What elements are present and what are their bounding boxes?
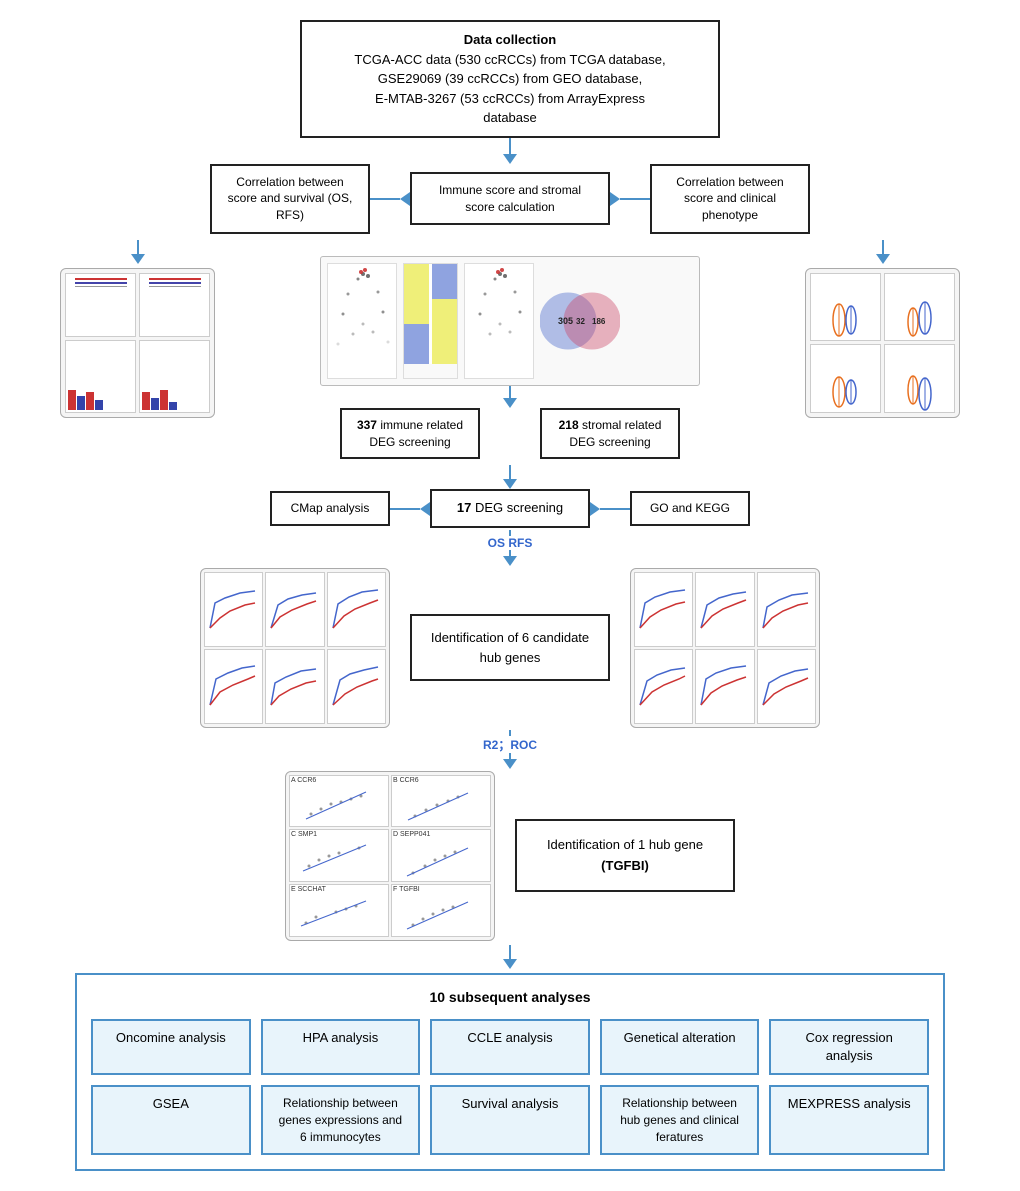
deg-immune-box: 337 immune related DEG screening	[340, 408, 480, 460]
deg-stromal-number: 218	[559, 418, 579, 432]
mini-violin-2	[905, 300, 935, 340]
subsequent-item-7: Survival analysis	[430, 1085, 590, 1155]
corr-survival-box: Correlation between score and survival (…	[210, 164, 370, 234]
corr-clinical-box: Correlation between score and clinical p…	[650, 164, 810, 234]
hub1-box: Identification of 1 hub gene (TGFBI)	[515, 819, 735, 893]
mini-heatmap-1	[404, 264, 458, 364]
subsequent-item-5: GSEA	[91, 1085, 251, 1155]
os-rfs-label: OS RFS	[488, 536, 533, 550]
subsequent-item-1: HPA analysis	[261, 1019, 421, 1075]
data-collection-box: Data collection TCGA-ACC data (530 ccRCC…	[300, 20, 720, 138]
deg-stromal-box: 218 stromal related DEG screening	[540, 408, 680, 460]
immune-score-box: Immune score and stromal score calculati…	[410, 172, 610, 226]
mini-km-r3	[758, 573, 813, 638]
thumb-scatter-plots: A CCR6 B CCR6	[285, 771, 495, 941]
mini-km-3	[328, 573, 383, 638]
subsequent-title: 10 subsequent analyses	[429, 989, 590, 1005]
mini-km-5	[266, 650, 321, 715]
subsequent-item-9: MEXPRESS analysis	[769, 1085, 929, 1155]
hub1-line1: Identification of 1 hub gene	[547, 837, 703, 852]
mini-volcano-left	[328, 264, 397, 364]
cmap-box: CMap analysis	[270, 491, 390, 526]
hub6-box: Identification of 6 candidate hub genes	[410, 614, 610, 681]
data-line2: GSE29069 (39 ccRCCs) from GEO database,	[378, 71, 642, 86]
thumb-survival-right	[630, 568, 820, 728]
go-kegg-label: GO and KEGG	[650, 501, 730, 515]
svg-text:186: 186	[592, 317, 606, 326]
go-kegg-box: GO and KEGG	[630, 491, 750, 526]
mini-km-r1	[635, 573, 690, 638]
subsequent-grid: Oncomine analysis HPA analysis CCLE anal…	[91, 1019, 929, 1156]
svg-text:32: 32	[576, 317, 585, 326]
deg-immune-number: 337	[357, 418, 377, 432]
thumb-survival-left	[200, 568, 390, 728]
mini-km-r2	[696, 573, 751, 638]
svg-text:305: 305	[558, 316, 573, 326]
mini-km-r4	[635, 650, 690, 715]
data-line4: database	[483, 110, 537, 125]
subsequent-item-4: Cox regression analysis	[769, 1019, 929, 1075]
scatter-1	[291, 784, 381, 828]
mini-km-6	[328, 650, 383, 715]
mini-km-r5	[696, 650, 751, 715]
deg17-number: 17	[457, 500, 471, 515]
venn-diagram: 305 32 186	[540, 281, 620, 361]
mini-km-1	[205, 573, 260, 638]
r2-roc-label: R2；ROC	[483, 736, 537, 753]
corr-clinical-label: Correlation between score and clinical p…	[676, 175, 783, 223]
data-line3: E-MTAB-3267 (53 ccRCCs) from ArrayExpres…	[375, 91, 645, 106]
deg17-box: 17 DEG screening	[430, 489, 590, 527]
scatter-4	[393, 838, 483, 882]
deg17-label: DEG screening	[475, 500, 563, 515]
mini-violin-3	[831, 372, 861, 412]
scatter-5	[291, 893, 381, 937]
scatter-6	[393, 893, 483, 937]
mini-violin-1	[831, 300, 861, 340]
thumb-survival-curves	[60, 268, 215, 418]
mini-km-r6	[758, 650, 813, 715]
data-line1: TCGA-ACC data (530 ccRCCs) from TCGA dat…	[354, 52, 665, 67]
corr-survival-label: Correlation between score and survival (…	[228, 175, 353, 223]
data-collection-title: Data collection	[464, 32, 556, 47]
subsequent-item-2: CCLE analysis	[430, 1019, 590, 1075]
hub6-label: Identification of 6 candidate hub genes	[431, 630, 589, 665]
mini-km-2	[266, 573, 321, 638]
subsequent-item-8: Relationship between hub genes and clini…	[600, 1085, 760, 1155]
deg-stromal-label: stromal related DEG screening	[569, 418, 661, 449]
hub1-line2: (TGFBI)	[601, 858, 649, 873]
mini-violin-4	[905, 372, 935, 412]
subsequent-item-0: Oncomine analysis	[91, 1019, 251, 1075]
subsequent-item-3: Genetical alteration	[600, 1019, 760, 1075]
mini-volcano-right	[465, 264, 534, 364]
mini-km-4	[205, 650, 260, 715]
cmap-label: CMap analysis	[291, 501, 370, 515]
deg-immune-label: immune related DEG screening	[369, 418, 463, 449]
immune-score-label: Immune score and stromal score calculati…	[439, 183, 581, 214]
scatter-3	[291, 838, 381, 882]
subsequent-item-6: Relationship between genes expressions a…	[261, 1085, 421, 1155]
subsequent-analyses-container: 10 subsequent analyses Oncomine analysis…	[75, 973, 945, 1172]
thumb-violin-plots	[805, 268, 960, 418]
scatter-2	[393, 784, 483, 828]
